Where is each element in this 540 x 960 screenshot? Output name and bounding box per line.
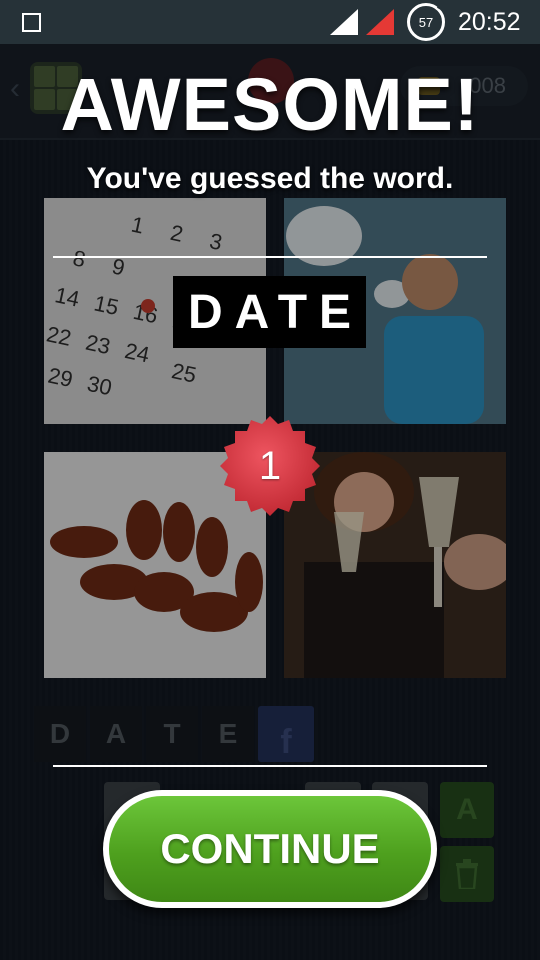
battery-level: 57 bbox=[418, 14, 434, 30]
wifi-signal-icon bbox=[330, 9, 358, 35]
level-number: 1 bbox=[258, 443, 282, 488]
cell-signal-icon bbox=[366, 9, 394, 35]
success-title: AWESOME! bbox=[60, 63, 480, 146]
divider-bottom bbox=[53, 765, 487, 767]
continue-button[interactable]: CONTINUE bbox=[103, 790, 437, 908]
divider-top bbox=[53, 256, 487, 258]
success-subtitle: You've guessed the word. bbox=[86, 162, 454, 195]
status-bar: 57 20:52 bbox=[0, 0, 540, 44]
notification-square-icon bbox=[22, 13, 41, 32]
clock: 20:52 bbox=[458, 8, 521, 36]
continue-button-label: CONTINUE bbox=[109, 796, 431, 902]
solved-word: DATE bbox=[173, 276, 366, 348]
battery-icon: 57 bbox=[407, 3, 445, 41]
